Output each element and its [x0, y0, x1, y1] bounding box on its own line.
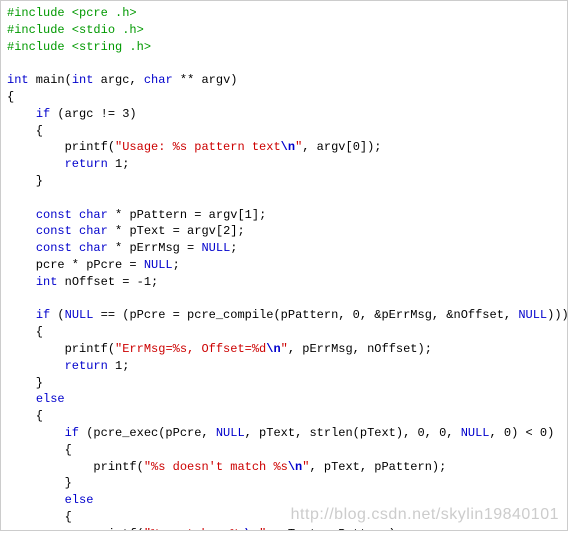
- kw-if: if: [36, 107, 50, 121]
- string-literal: "ErrMsg=%s, Offset=%d: [115, 342, 266, 356]
- brace-open: {: [7, 443, 72, 457]
- string-literal: "%s matches %s: [144, 527, 245, 531]
- brace-open: {: [7, 90, 14, 104]
- code-container: #include <pcre .h> #include <stdio .h> #…: [0, 0, 568, 531]
- preproc-line: #include <string .h>: [7, 40, 151, 54]
- kw-int: int: [72, 73, 94, 87]
- preproc-line: #include <stdio .h>: [7, 23, 144, 37]
- kw-null: NULL: [201, 241, 230, 255]
- brace-open: {: [7, 124, 43, 138]
- string-literal: "%s doesn't match %s: [144, 460, 288, 474]
- kw-char: char: [144, 73, 173, 87]
- kw-char: char: [79, 208, 108, 222]
- brace-close: }: [7, 476, 72, 490]
- fn-main: main(: [29, 73, 72, 87]
- kw-else: else: [36, 392, 65, 406]
- escape-seq: \n: [281, 140, 295, 154]
- kw-const: const: [36, 208, 72, 222]
- string-literal: "Usage: %s pattern text: [115, 140, 281, 154]
- kw-return: return: [65, 157, 108, 171]
- preproc-line: #include <pcre .h>: [7, 6, 137, 20]
- brace-close: }: [7, 174, 43, 188]
- kw-int: int: [7, 73, 29, 87]
